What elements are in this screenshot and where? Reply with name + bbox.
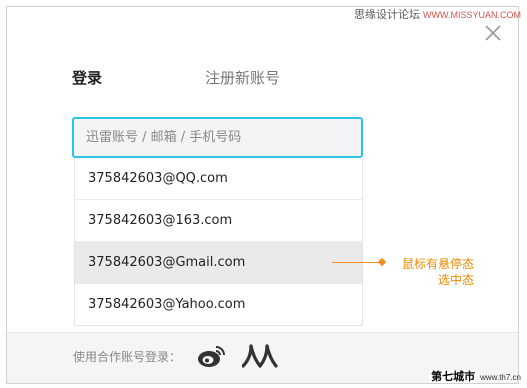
suggestion-item-hovered[interactable]: 375842603@Gmail.com [75,242,362,284]
annotation-text: 鼠标有悬停态 选中态 [392,256,474,288]
renren-icon[interactable] [241,343,278,369]
weibo-icon[interactable] [197,343,227,369]
tab-register[interactable]: 注册新账号 [205,67,280,88]
tab-login[interactable]: 登录 [72,67,102,88]
annotation-line1: 鼠标有悬停态 [401,257,474,271]
suggestion-item[interactable]: 375842603@163.com [75,200,362,242]
annotation-line [332,262,382,263]
watermark-top-en: WWW.MISSYUAN.COM [423,10,521,20]
watermark-bottom-en: www.th7.cn [480,373,521,382]
account-input[interactable] [74,119,361,156]
account-input-wrapper [72,117,363,158]
watermark-bottom-cn: 第七城市 [429,370,478,383]
suggestion-item[interactable]: 375842603@QQ.com [75,158,362,200]
watermark-top-cn: 思缘设计论坛 [354,8,420,21]
account-suggestion-dropdown: 375842603@QQ.com 375842603@163.com 37584… [74,158,363,326]
close-icon[interactable] [484,24,502,42]
watermark-top: 思缘设计论坛 WWW.MISSYUAN.COM [354,6,521,22]
watermark-bottom: 第七城市 www.th7.cn [429,369,521,385]
footer-label: 使用合作账号登录： [73,350,182,364]
suggestion-item[interactable]: 375842603@Yahoo.com [75,284,362,326]
annotation-line2: 选中态 [437,273,474,287]
